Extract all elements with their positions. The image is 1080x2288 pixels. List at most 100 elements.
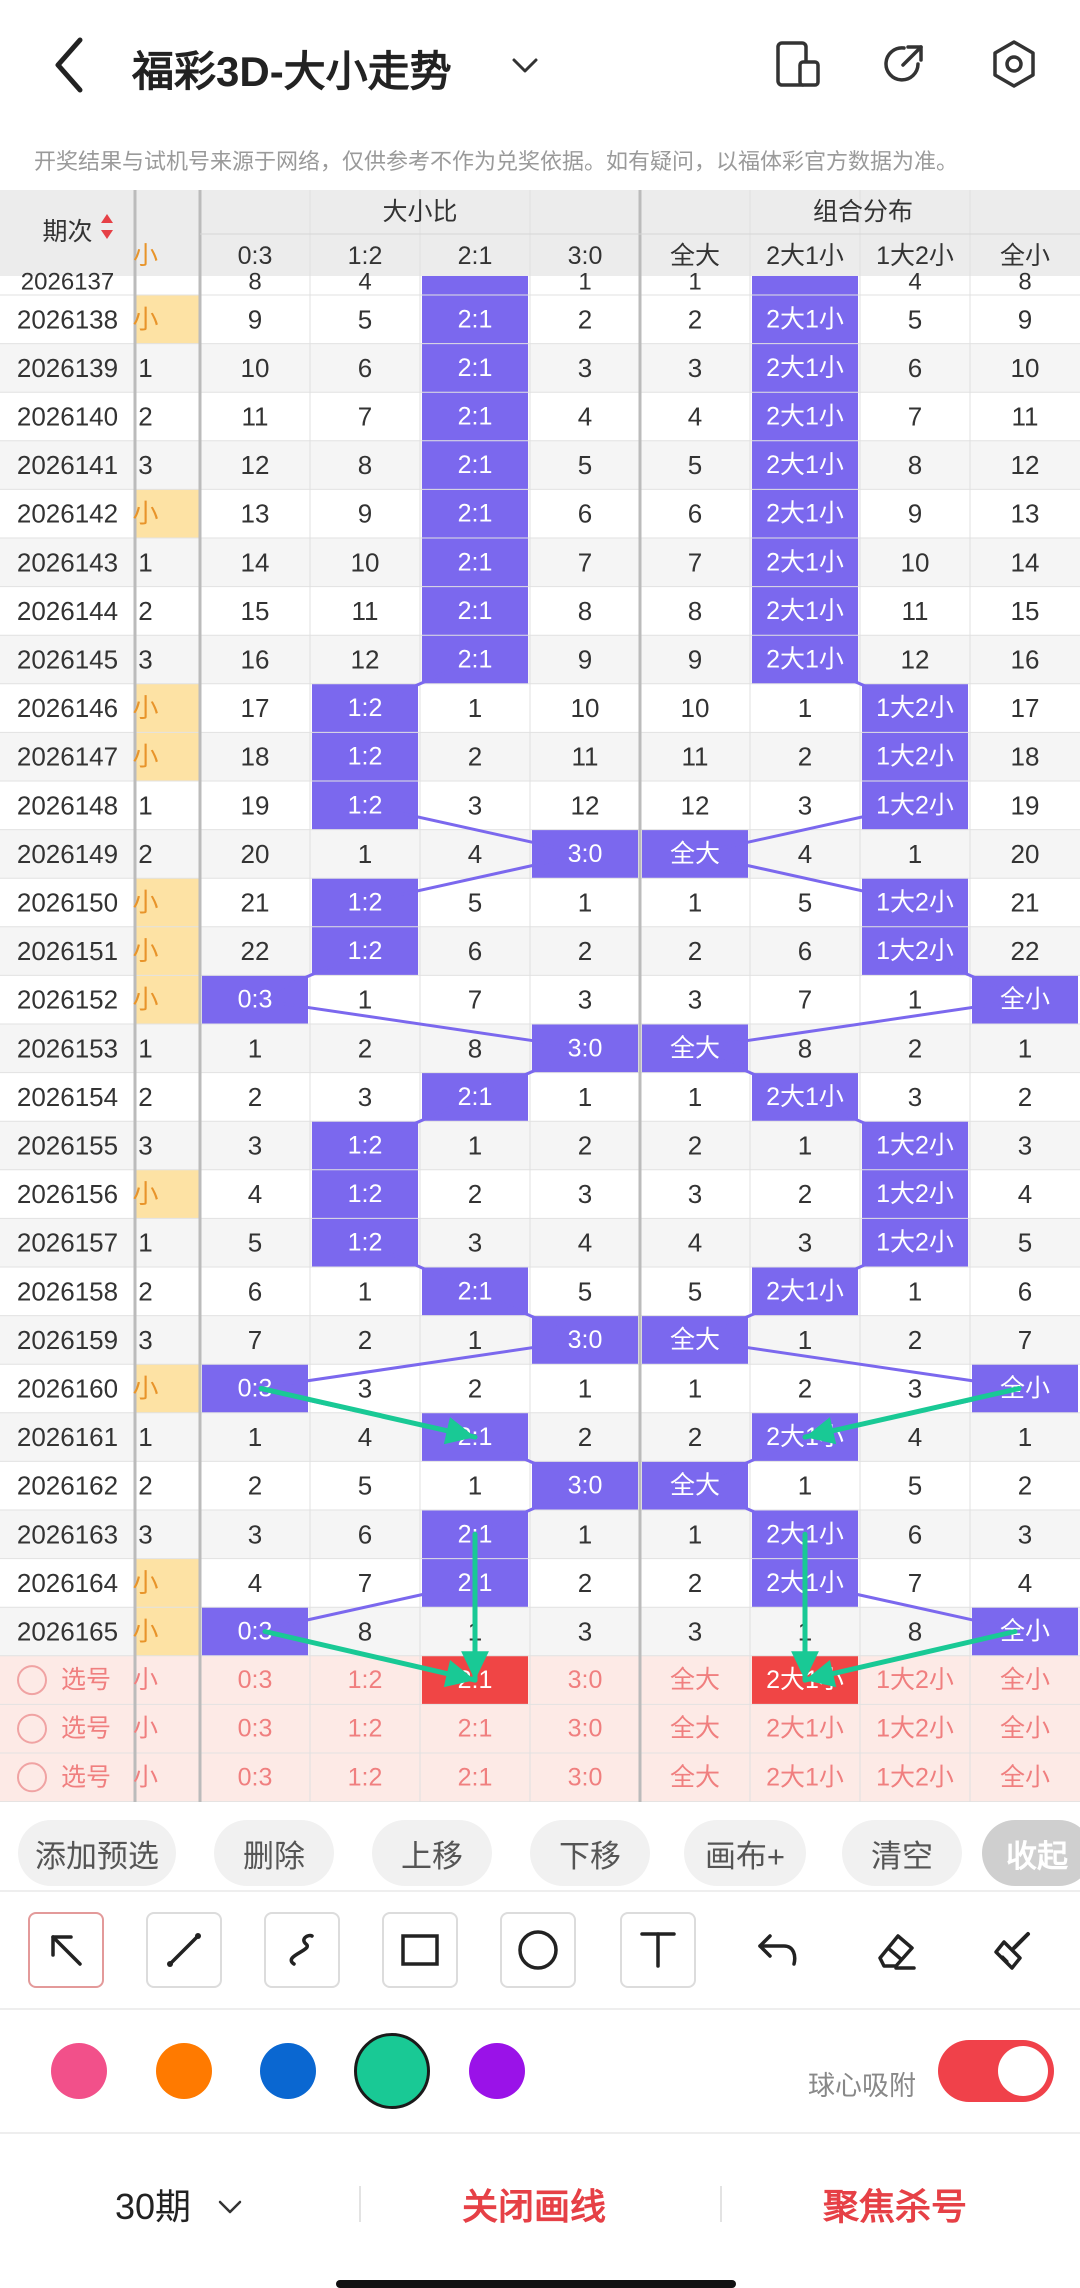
ratio-miss-count: 17	[241, 693, 270, 723]
ratio-miss-count: 1	[578, 888, 592, 918]
canvas-plus-button[interactable]: 画布+	[684, 1820, 806, 1886]
pick-combo-option: 1大2小	[876, 1666, 954, 1694]
combo-miss-count: 3	[1018, 1131, 1032, 1161]
curve-tool-button[interactable]	[264, 1912, 340, 1988]
color-swatch-purple[interactable]	[469, 2043, 525, 2099]
period-cell: 2026138	[17, 304, 118, 334]
pick-combo-option: 全大	[670, 1666, 720, 1694]
small-cell: 1	[138, 1033, 152, 1063]
combo-miss-count: 7	[908, 1568, 922, 1598]
add-preselect-button[interactable]: 添加预选	[18, 1820, 176, 1886]
ratio-miss-count: 12	[351, 645, 380, 675]
period-cell: 2026164	[17, 1568, 118, 1598]
ratio-miss-count: 8	[358, 450, 372, 480]
device-icon[interactable]	[772, 38, 824, 90]
combo-miss-count: 12	[1011, 450, 1040, 480]
ratio-miss-count: 5	[578, 450, 592, 480]
period-count-selector[interactable]: 30期	[115, 2178, 191, 2230]
color-swatch-orange[interactable]	[156, 2043, 212, 2099]
ratio-miss-count: 5	[248, 1228, 262, 1258]
combo-miss-count: 2	[798, 1179, 812, 1209]
ratio-hit-label: 2:1	[458, 305, 493, 333]
toggle-knob	[998, 2046, 1048, 2096]
back-arrow-icon[interactable]	[40, 30, 100, 100]
combo-hit-label: 1大2小	[876, 1229, 954, 1257]
share-icon[interactable]	[878, 38, 930, 90]
combo-miss-count: 2	[798, 1374, 812, 1404]
curve-tool-icon	[289, 1933, 314, 1966]
ratio-miss-count: 11	[242, 402, 269, 432]
combo-hit-label: 1大2小	[876, 889, 954, 917]
combo-miss-count: 6	[688, 499, 702, 529]
color-palette: 球心吸附	[0, 2010, 1080, 2132]
text-tool-button[interactable]	[620, 1912, 696, 1988]
pick-combo-option: 全小	[1000, 1715, 1050, 1743]
chevron-down-icon[interactable]	[508, 48, 542, 82]
ratio-miss-count: 2	[578, 304, 592, 334]
collapse-button[interactable]: 收起	[982, 1820, 1080, 1886]
period-cell: 2026155	[17, 1131, 118, 1161]
snap-toggle[interactable]	[938, 2040, 1054, 2102]
clear-button[interactable]: 清空	[842, 1820, 962, 1886]
combo-miss-count: 6	[908, 353, 922, 383]
eraser-button[interactable]	[858, 1912, 934, 1988]
combo-miss-count: 2	[908, 1033, 922, 1063]
move-up-button[interactable]: 上移	[372, 1820, 492, 1886]
combo-miss-count: 3	[798, 790, 812, 820]
pick-combo-option: 2大1小	[766, 1715, 844, 1743]
ratio-miss-count: 12	[571, 790, 600, 820]
focus-kill-button[interactable]: 聚焦杀号	[823, 2178, 967, 2230]
small-cell: 3	[138, 450, 152, 480]
ratio-miss-count: 19	[241, 790, 270, 820]
ratio-miss-count: 5	[578, 1276, 592, 1306]
color-swatch-green-selected[interactable]	[354, 2033, 430, 2109]
ratio-miss-count: 14	[241, 547, 270, 577]
rectangle-tool-button[interactable]	[382, 1912, 458, 1988]
combo-miss-count: 6	[798, 936, 812, 966]
combo-miss-count: 3	[798, 1228, 812, 1258]
pick-ratio-option: 0:3	[238, 1715, 273, 1743]
color-swatch-blue[interactable]	[260, 2043, 316, 2099]
move-down-button[interactable]: 下移	[530, 1820, 650, 1886]
period-cell: 2026139	[17, 353, 118, 383]
page-title[interactable]: 福彩3D-大小走势	[132, 38, 452, 99]
circle-tool-button[interactable]	[500, 1912, 576, 1988]
trend-grid[interactable]: 期次大小比 组合分布小 0:3 1:2 2:1 3:0 全大 2大1小 1大2小 全小202613…	[0, 190, 1080, 1802]
settings-icon[interactable]	[988, 38, 1040, 90]
combo-miss-count: 2	[688, 1422, 702, 1452]
ratio-miss-count: 1	[468, 693, 482, 723]
close-lines-button[interactable]: 关闭画线	[462, 2178, 606, 2230]
line-tool-button[interactable]	[146, 1912, 222, 1988]
ratio-hit-label: 2:1	[458, 451, 493, 479]
arrow-tool-button[interactable]	[28, 1912, 104, 1988]
chevron-down-icon[interactable]	[216, 2192, 244, 2220]
combo-miss-count: 3	[908, 1082, 922, 1112]
ratio-miss-count: 1	[358, 985, 372, 1015]
combo-miss-count: 1	[908, 839, 922, 869]
combo-miss-count: 10	[901, 547, 930, 577]
combo-miss-count: 1	[688, 888, 702, 918]
circle-tool-icon	[518, 1930, 558, 1970]
ratio-miss-count: 4	[578, 1228, 592, 1258]
small-cell: 2	[138, 596, 152, 626]
ratio-miss-count: 1	[468, 1131, 482, 1161]
ratio-miss-count: 15	[241, 596, 270, 626]
combo-miss-count: 3	[1018, 1519, 1032, 1549]
small-cell: 1	[138, 547, 152, 577]
period-cell: 2026157	[17, 1228, 118, 1258]
undo-button[interactable]	[740, 1912, 816, 1988]
brush-clear-button[interactable]	[976, 1912, 1052, 1988]
ratio-hit-label: 2:1	[458, 646, 493, 674]
combo-miss-count: 9	[688, 645, 702, 675]
ratio-miss-count: 6	[248, 1276, 262, 1306]
combo-miss-count: 2	[1018, 1082, 1032, 1112]
combo-hit-label: 2大1小	[766, 548, 844, 576]
delete-button[interactable]: 删除	[214, 1820, 334, 1886]
combo-miss-count: 2	[908, 1325, 922, 1355]
combo-miss-count: 1	[1018, 1422, 1032, 1452]
color-swatch-pink[interactable]	[51, 2043, 107, 2099]
ratio-miss-count: 3	[578, 1179, 592, 1209]
pick-ratio-option: 3:0	[568, 1715, 603, 1743]
combo-miss-count: 3	[688, 1179, 702, 1209]
ratio-miss-count: 8	[578, 596, 592, 626]
